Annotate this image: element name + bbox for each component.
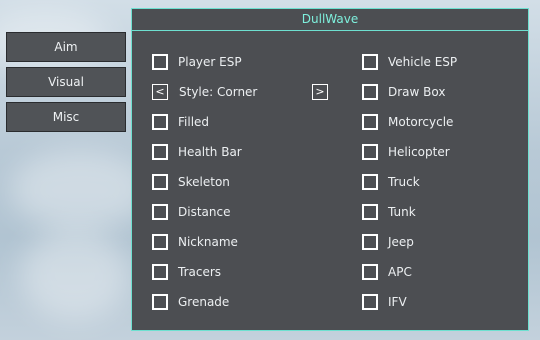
sidebar-item-label: Aim [54,40,78,54]
option-tracers[interactable]: Tracers [152,262,221,282]
option-grenade[interactable]: Grenade [152,292,229,312]
option-vehicle-esp[interactable]: Vehicle ESP [362,52,457,72]
style-selector-value: Style: Corner [179,85,258,99]
checkbox[interactable] [362,204,378,220]
checkbox[interactable] [152,174,168,190]
option-helicopter[interactable]: Helicopter [362,142,450,162]
option-label: Filled [178,115,210,129]
style-prev-button[interactable]: < [152,84,168,100]
option-motorcycle[interactable]: Motorcycle [362,112,453,132]
option-label: Motorcycle [388,115,454,129]
option-label: Distance [178,205,231,219]
option-label: Nickname [178,235,238,249]
option-label: Jeep [388,235,414,249]
checkbox[interactable] [362,174,378,190]
checkbox[interactable] [362,294,378,310]
visual-settings-panel: DullWave Player ESP < Style: Corner > Fi… [131,8,529,331]
panel-title: DullWave [132,9,528,31]
option-label: Grenade [178,295,230,309]
option-skeleton[interactable]: Skeleton [152,172,230,192]
sky-cloud [10,150,150,230]
checkbox[interactable] [152,114,168,130]
option-label: IFV [388,295,407,309]
option-distance[interactable]: Distance [152,202,230,222]
sidebar-item-label: Misc [52,110,80,124]
sky-cloud [20,230,130,320]
checkbox[interactable] [152,234,168,250]
option-label: Tunk [388,205,416,219]
option-ifv[interactable]: IFV [362,292,407,312]
option-nickname[interactable]: Nickname [152,232,238,252]
checkbox[interactable] [152,144,168,160]
checkbox[interactable] [152,204,168,220]
checkbox[interactable] [152,294,168,310]
checkbox[interactable] [362,54,378,70]
checkbox[interactable] [362,84,378,100]
option-draw-box[interactable]: Draw Box [362,82,445,102]
option-label: Health Bar [178,145,242,159]
sidebar-item-aim[interactable]: Aim [6,32,126,62]
checkbox[interactable] [362,264,378,280]
option-label: Helicopter [388,145,450,159]
option-jeep[interactable]: Jeep [362,232,414,252]
checkbox[interactable] [362,144,378,160]
option-label: APC [388,265,412,279]
checkbox[interactable] [152,54,168,70]
style-next-button[interactable]: > [312,84,328,100]
option-health-bar[interactable]: Health Bar [152,142,242,162]
option-filled[interactable]: Filled [152,112,209,132]
option-label: Draw Box [388,85,446,99]
option-label: Skeleton [178,175,230,189]
option-label: Player ESP [178,55,242,69]
checkbox[interactable] [152,264,168,280]
option-tunk[interactable]: Tunk [362,202,416,222]
option-label: Tracers [178,265,222,279]
option-label: Truck [388,175,420,189]
option-apc[interactable]: APC [362,262,412,282]
sidebar-item-label: Visual [48,75,84,89]
checkbox[interactable] [362,234,378,250]
checkbox[interactable] [362,114,378,130]
sidebar-item-misc[interactable]: Misc [6,102,126,132]
option-truck[interactable]: Truck [362,172,420,192]
sidebar-item-visual[interactable]: Visual [6,67,126,97]
option-label: Vehicle ESP [388,55,458,69]
option-player-esp[interactable]: Player ESP [152,52,242,72]
